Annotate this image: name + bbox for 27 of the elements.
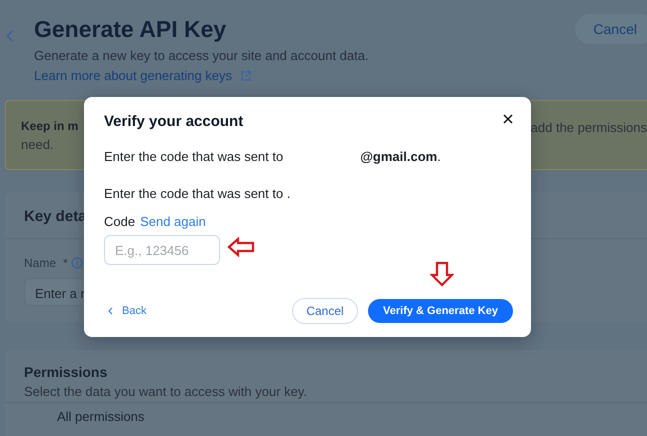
back-link[interactable]: Back [104,305,146,317]
permission-item[interactable]: All permissions [5,403,647,424]
card-title: Permissions [24,364,108,380]
required-mark: * [63,256,68,270]
dialog-title: Verify your account [104,113,244,130]
notice-text: Keep in m [21,119,78,133]
card-subtitle: Select the data you want to access with your key. [24,384,308,399]
arrow-icon [227,237,255,257]
code-field[interactable]: E.g., 123456 [104,235,220,265]
send-again-link[interactable]: Send again [140,214,206,229]
info-icon [70,257,83,269]
instruction-text: Enter the code that was sent to [104,149,284,164]
chevron-left-icon [108,307,113,315]
cancel-button[interactable]: Cancel [292,298,358,324]
close-icon[interactable] [503,114,513,124]
notice-text: need. [21,137,55,152]
name-label: Name [24,256,56,270]
notice-text: add the permissions [530,119,647,137]
verify-generate-button[interactable]: Verify & Generate Key [368,299,513,323]
external-link-icon [240,70,252,82]
cancel-button[interactable]: Cancel [575,14,647,44]
arrow-icon [430,261,454,287]
code-label: Code [104,214,136,229]
email-text: @gmail.com. [360,149,441,164]
page-subtitle: Generate a new key to access your site and account data. [34,48,370,63]
page-title: Generate API Key [34,16,228,42]
learn-more-link[interactable]: Learn more about generating keys [34,68,232,83]
